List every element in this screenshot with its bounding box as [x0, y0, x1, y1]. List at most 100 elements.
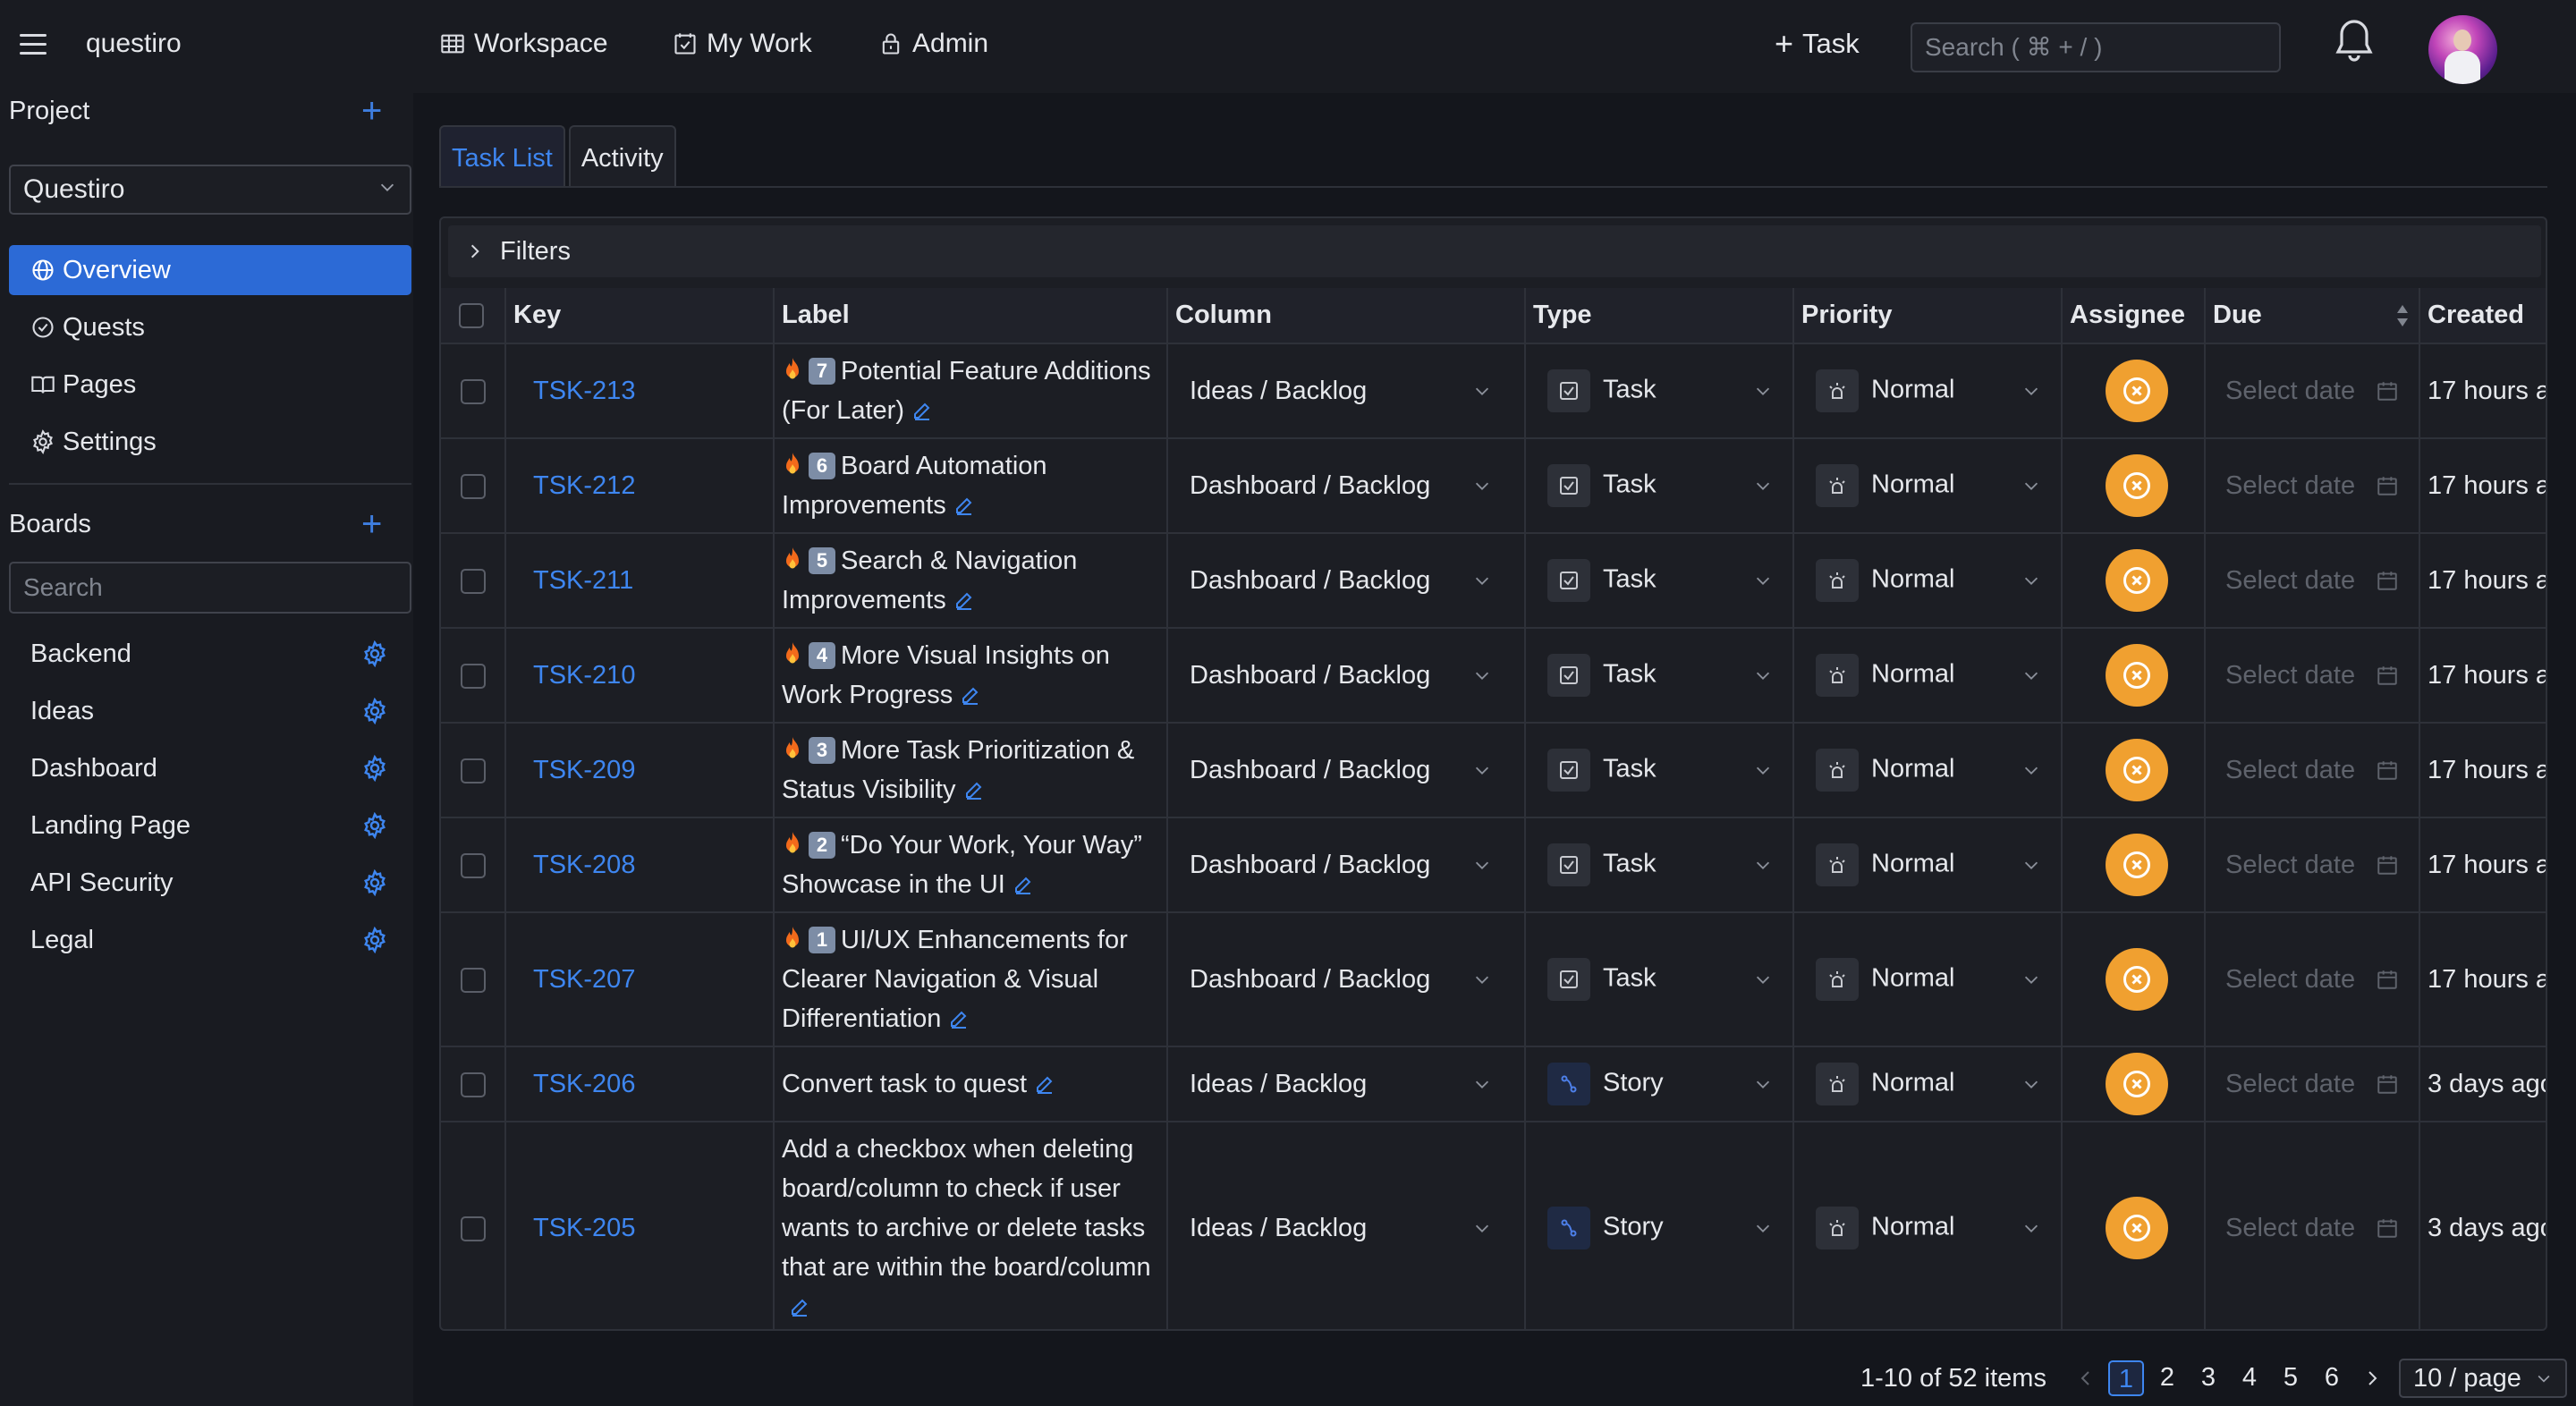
task-key-link[interactable]: TSK-212 — [513, 471, 635, 500]
table-row[interactable]: TSK-206 Convert task to quest Ideas / Back… — [441, 1046, 2546, 1122]
edit-icon[interactable] — [960, 684, 981, 706]
due-date-picker[interactable]: Select date — [2205, 628, 2420, 724]
unassigned-avatar-icon[interactable] — [2106, 834, 2168, 896]
row-checkbox[interactable] — [461, 1215, 486, 1241]
sidebar-item-settings[interactable]: Settings — [9, 417, 411, 467]
task-key-link[interactable]: TSK-205 — [513, 1214, 635, 1242]
type-select[interactable]: Task — [1525, 628, 1794, 724]
column-select[interactable]: Ideas / Backlog — [1167, 343, 1526, 439]
tab-task-list[interactable]: Task List — [439, 125, 565, 188]
column-select[interactable]: Ideas / Backlog — [1167, 1122, 1526, 1329]
column-header-column[interactable]: Column — [1167, 288, 1526, 344]
board-settings-gear-icon[interactable] — [361, 811, 388, 840]
row-checkbox[interactable] — [461, 663, 486, 689]
type-select[interactable]: Task — [1525, 723, 1794, 818]
table-row[interactable]: TSK-208 2 “Do Your Work, Your Way” Showcas… — [441, 817, 2546, 913]
unassigned-avatar-icon[interactable] — [2106, 739, 2168, 801]
due-date-picker[interactable]: Select date — [2205, 343, 2420, 439]
project-select[interactable]: Questiro — [9, 165, 411, 215]
menu-icon[interactable] — [20, 30, 47, 57]
edit-icon[interactable] — [1013, 874, 1034, 895]
board-settings-gear-icon[interactable] — [361, 639, 388, 668]
table-row[interactable]: TSK-207 1 UI/UX Enhancements for Clearer N… — [441, 912, 2546, 1047]
edit-icon[interactable] — [953, 589, 975, 611]
filters-toggle[interactable]: Filters — [448, 225, 2541, 277]
unassigned-avatar-icon[interactable] — [2106, 1197, 2168, 1259]
table-row[interactable]: TSK-210 4 More Visual Insights on Work Pro… — [441, 628, 2546, 724]
column-header-due[interactable]: Due — [2205, 288, 2420, 344]
due-date-picker[interactable]: Select date — [2205, 817, 2420, 913]
sidebar-item-pages[interactable]: Pages — [9, 360, 411, 410]
table-row[interactable]: TSK-205 Add a checkbox when deleting boar… — [441, 1122, 2546, 1329]
add-task-button[interactable]: + Task — [1775, 28, 1860, 60]
user-avatar[interactable] — [2428, 15, 2497, 84]
priority-select[interactable]: Normal — [1793, 533, 2063, 629]
table-row[interactable]: TSK-209 3 More Task Prioritization & Statu… — [441, 723, 2546, 818]
column-header-assignee[interactable]: Assignee — [2062, 288, 2206, 344]
sidebar-board-item[interactable]: Landing Page — [30, 803, 397, 848]
unassigned-avatar-icon[interactable] — [2106, 549, 2168, 612]
priority-select[interactable]: Normal — [1793, 1122, 2063, 1329]
task-key-link[interactable]: TSK-210 — [513, 661, 635, 690]
task-key-link[interactable]: TSK-208 — [513, 851, 635, 879]
column-header-created[interactable]: Created — [2419, 288, 2546, 344]
page-number-4[interactable]: 4 — [2232, 1360, 2267, 1396]
row-checkbox[interactable] — [461, 967, 486, 993]
chevron-left-icon[interactable] — [2075, 1368, 2097, 1389]
column-select[interactable]: Dashboard / Backlog — [1167, 438, 1526, 534]
sidebar-board-item[interactable]: Dashboard — [30, 746, 397, 791]
priority-select[interactable]: Normal — [1793, 438, 2063, 534]
type-select[interactable]: Task — [1525, 533, 1794, 629]
unassigned-avatar-icon[interactable] — [2106, 948, 2168, 1011]
unassigned-avatar-icon[interactable] — [2106, 644, 2168, 707]
table-row[interactable]: TSK-211 5 Search & Navigation Improvements… — [441, 533, 2546, 629]
due-date-picker[interactable]: Select date — [2205, 912, 2420, 1047]
edit-icon[interactable] — [963, 779, 985, 800]
table-row[interactable]: TSK-213 7 Potential Feature Additions (For… — [441, 343, 2546, 439]
priority-select[interactable]: Normal — [1793, 1046, 2063, 1122]
tab-activity[interactable]: Activity — [568, 125, 676, 188]
board-settings-gear-icon[interactable] — [361, 868, 388, 897]
type-select[interactable]: Story — [1525, 1046, 1794, 1122]
page-number-5[interactable]: 5 — [2273, 1360, 2309, 1396]
select-all-checkbox[interactable] — [459, 303, 484, 329]
column-select[interactable]: Dashboard / Backlog — [1167, 628, 1526, 724]
type-select[interactable]: Task — [1525, 438, 1794, 534]
column-select[interactable]: Dashboard / Backlog — [1167, 817, 1526, 913]
edit-icon[interactable] — [1034, 1073, 1055, 1095]
bell-icon[interactable] — [2333, 18, 2376, 64]
column-header-label[interactable]: Label — [774, 288, 1168, 344]
due-date-picker[interactable]: Select date — [2205, 723, 2420, 818]
unassigned-avatar-icon[interactable] — [2106, 454, 2168, 517]
column-header-key[interactable]: Key — [505, 288, 775, 344]
add-project-icon[interactable]: + — [361, 93, 382, 129]
priority-select[interactable]: Normal — [1793, 817, 2063, 913]
priority-select[interactable]: Normal — [1793, 912, 2063, 1047]
due-date-picker[interactable]: Select date — [2205, 1122, 2420, 1329]
column-header-priority[interactable]: Priority — [1793, 288, 2063, 344]
board-settings-gear-icon[interactable] — [361, 926, 388, 954]
board-settings-gear-icon[interactable] — [361, 697, 388, 725]
row-checkbox[interactable] — [461, 1071, 486, 1097]
add-board-icon[interactable]: + — [361, 506, 382, 542]
sidebar-board-item[interactable]: Backend — [30, 631, 397, 676]
due-date-picker[interactable]: Select date — [2205, 1046, 2420, 1122]
unassigned-avatar-icon[interactable] — [2106, 1053, 2168, 1115]
task-key-link[interactable]: TSK-209 — [513, 756, 635, 784]
page-number-1[interactable]: 1 — [2107, 1360, 2144, 1396]
priority-select[interactable]: Normal — [1793, 628, 2063, 724]
sidebar-board-item[interactable]: Ideas — [30, 689, 397, 733]
due-date-picker[interactable]: Select date — [2205, 533, 2420, 629]
column-select[interactable]: Dashboard / Backlog — [1167, 912, 1526, 1047]
edit-icon[interactable] — [948, 1008, 970, 1029]
page-number-3[interactable]: 3 — [2190, 1360, 2226, 1396]
page-number-2[interactable]: 2 — [2149, 1360, 2185, 1396]
sidebar-item-overview[interactable]: Overview — [9, 245, 411, 295]
task-key-link[interactable]: TSK-213 — [513, 377, 635, 405]
task-key-link[interactable]: TSK-207 — [513, 965, 635, 994]
boards-search-input[interactable] — [9, 562, 411, 614]
column-select[interactable]: Ideas / Backlog — [1167, 1046, 1526, 1122]
page-size-select[interactable]: 10 / page — [2398, 1359, 2567, 1398]
app-name[interactable]: questiro — [86, 29, 182, 59]
nav-workspace[interactable]: Workspace — [440, 29, 608, 59]
